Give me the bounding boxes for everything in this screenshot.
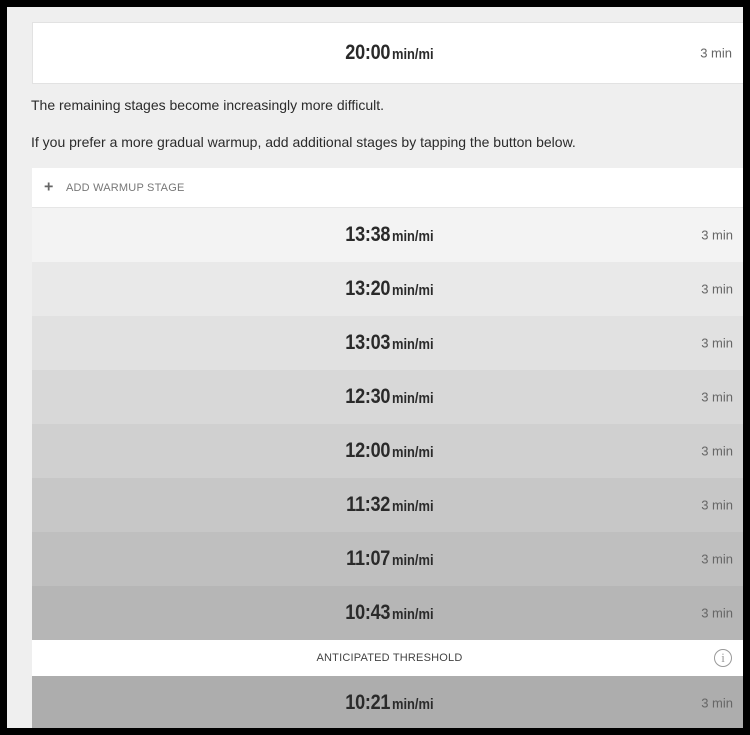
stage-row[interactable]: 12:00 min/mi 3 min: [32, 424, 743, 478]
stage-duration: 3 min: [701, 389, 733, 405]
pace-value: 13:03: [345, 331, 391, 354]
stage-duration: 3 min: [701, 695, 733, 711]
pace-unit: min/mi: [392, 336, 435, 353]
info-icon[interactable]: i: [714, 649, 732, 667]
add-warmup-stage-button[interactable]: + ADD WARMUP STAGE: [32, 168, 743, 208]
stage-row[interactable]: 11:32 min/mi 3 min: [32, 478, 743, 532]
pace-unit: min/mi: [392, 46, 435, 63]
stage-duration: 3 min: [701, 281, 733, 297]
pace-value: 11:32: [345, 493, 390, 516]
threshold-label: ANTICIPATED THRESHOLD: [316, 652, 463, 664]
stage-row[interactable]: 13:03 min/mi 3 min: [32, 316, 743, 370]
pace-unit: min/mi: [392, 696, 435, 713]
pace-value: 13:20: [345, 277, 391, 300]
pace-value: 13:38: [345, 223, 391, 246]
threshold-stage-row[interactable]: 10:21 min/mi 3 min: [32, 676, 743, 728]
stage-pace: 11:07 min/mi: [32, 547, 743, 571]
first-stage-card[interactable]: 20:00 min/mi 3 min: [32, 22, 743, 84]
stage-duration: 3 min: [701, 227, 733, 243]
info-text-line-2: If you prefer a more gradual warmup, add…: [31, 134, 576, 150]
stage-duration: 3 min: [701, 551, 733, 567]
pace-value: 12:30: [345, 385, 391, 408]
stage-pace: 13:20 min/mi: [32, 277, 743, 301]
stage-row[interactable]: 10:43 min/mi 3 min: [32, 586, 743, 640]
plus-icon: +: [44, 178, 54, 196]
pace-unit: min/mi: [392, 444, 435, 461]
pace-unit: min/mi: [392, 228, 435, 245]
stage-pace: 11:32 min/mi: [32, 493, 743, 517]
stage-pace: 12:00 min/mi: [32, 439, 743, 463]
app-frame: 20:00 min/mi 3 min The remaining stages b…: [7, 7, 743, 728]
stage-row[interactable]: 13:20 min/mi 3 min: [32, 262, 743, 316]
pace-value: 11:07: [345, 547, 390, 570]
pace-unit: min/mi: [391, 552, 434, 569]
pace-value: 10:43: [345, 601, 391, 624]
stage-row[interactable]: 13:38 min/mi 3 min: [32, 208, 743, 262]
pace-value: 12:00: [345, 439, 391, 462]
stage-pace: 13:03 min/mi: [32, 331, 743, 355]
info-text-line-1: The remaining stages become increasingly…: [31, 97, 385, 113]
pace-unit: min/mi: [392, 282, 435, 299]
stage-pace: 10:21 min/mi: [32, 691, 743, 715]
stage-duration: 3 min: [701, 497, 733, 513]
stage-duration: 3 min: [701, 605, 733, 621]
stage-pace: 10:43 min/mi: [32, 601, 743, 625]
pace-unit: min/mi: [392, 606, 435, 623]
stage-row[interactable]: 11:07 min/mi 3 min: [32, 532, 743, 586]
stage-duration: 3 min: [700, 45, 732, 61]
stage-pace: 12:30 min/mi: [32, 385, 743, 409]
pace-unit: min/mi: [391, 498, 434, 515]
stage-duration: 3 min: [701, 443, 733, 459]
pace-value: 10:21: [345, 691, 391, 714]
stage-row[interactable]: 12:30 min/mi 3 min: [32, 370, 743, 424]
anticipated-threshold-row: ANTICIPATED THRESHOLD i: [32, 640, 743, 676]
stage-pace: 13:38 min/mi: [32, 223, 743, 247]
pace-value: 20:00: [345, 41, 391, 64]
pace-unit: min/mi: [392, 390, 435, 407]
add-warmup-stage-label: ADD WARMUP STAGE: [66, 181, 185, 194]
stage-pace: 20:00 min/mi: [33, 41, 743, 65]
stage-duration: 3 min: [701, 335, 733, 351]
stage-list: + ADD WARMUP STAGE 13:38 min/mi 3 min 13:20…: [32, 168, 743, 728]
